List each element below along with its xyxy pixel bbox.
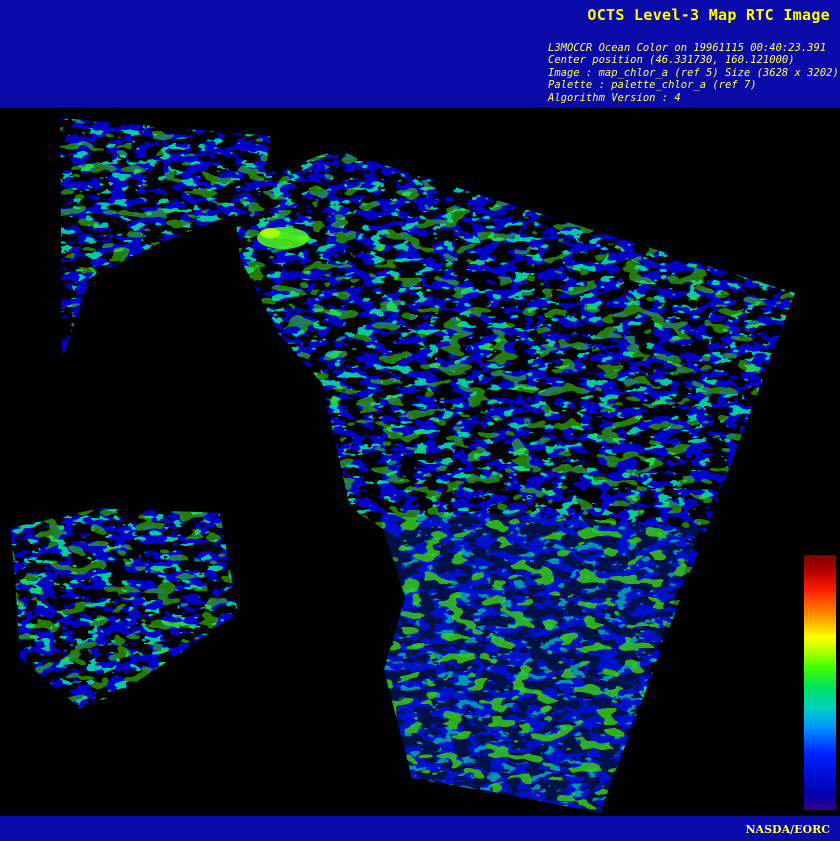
header-banner: OCTS Level-3 Map RTC Image L3MOCCR Ocean… [0,0,840,108]
footer-banner: NASDA/EORC [0,816,840,841]
metadata-block: L3MOCCR Ocean Color on 19961115 00:40:23… [548,42,839,104]
octs-map-view: OCTS Level-3 Map RTC Image L3MOCCR Ocean… [0,0,840,841]
metadata-algorithm-version: Algorithm Version : 4 [548,91,681,104]
image-title: OCTS Level-3 Map RTC Image [587,6,830,24]
metadata-palette: Palette : palette_chlor_a (ref 7) [548,79,757,92]
credit-label: NASDA/EORC [745,823,831,836]
chlorophyll-map [0,108,840,816]
chlorophyll-color-scale [804,555,836,810]
metadata-product: L3MOCCR Ocean Color on 19961115 00:40:23… [548,42,827,54]
metadata-image-size: Image : map_chlor_a (ref 5) Size (3628 x… [548,66,839,79]
metadata-center-position: Center position (46.331730, 160.121000) [548,54,795,67]
